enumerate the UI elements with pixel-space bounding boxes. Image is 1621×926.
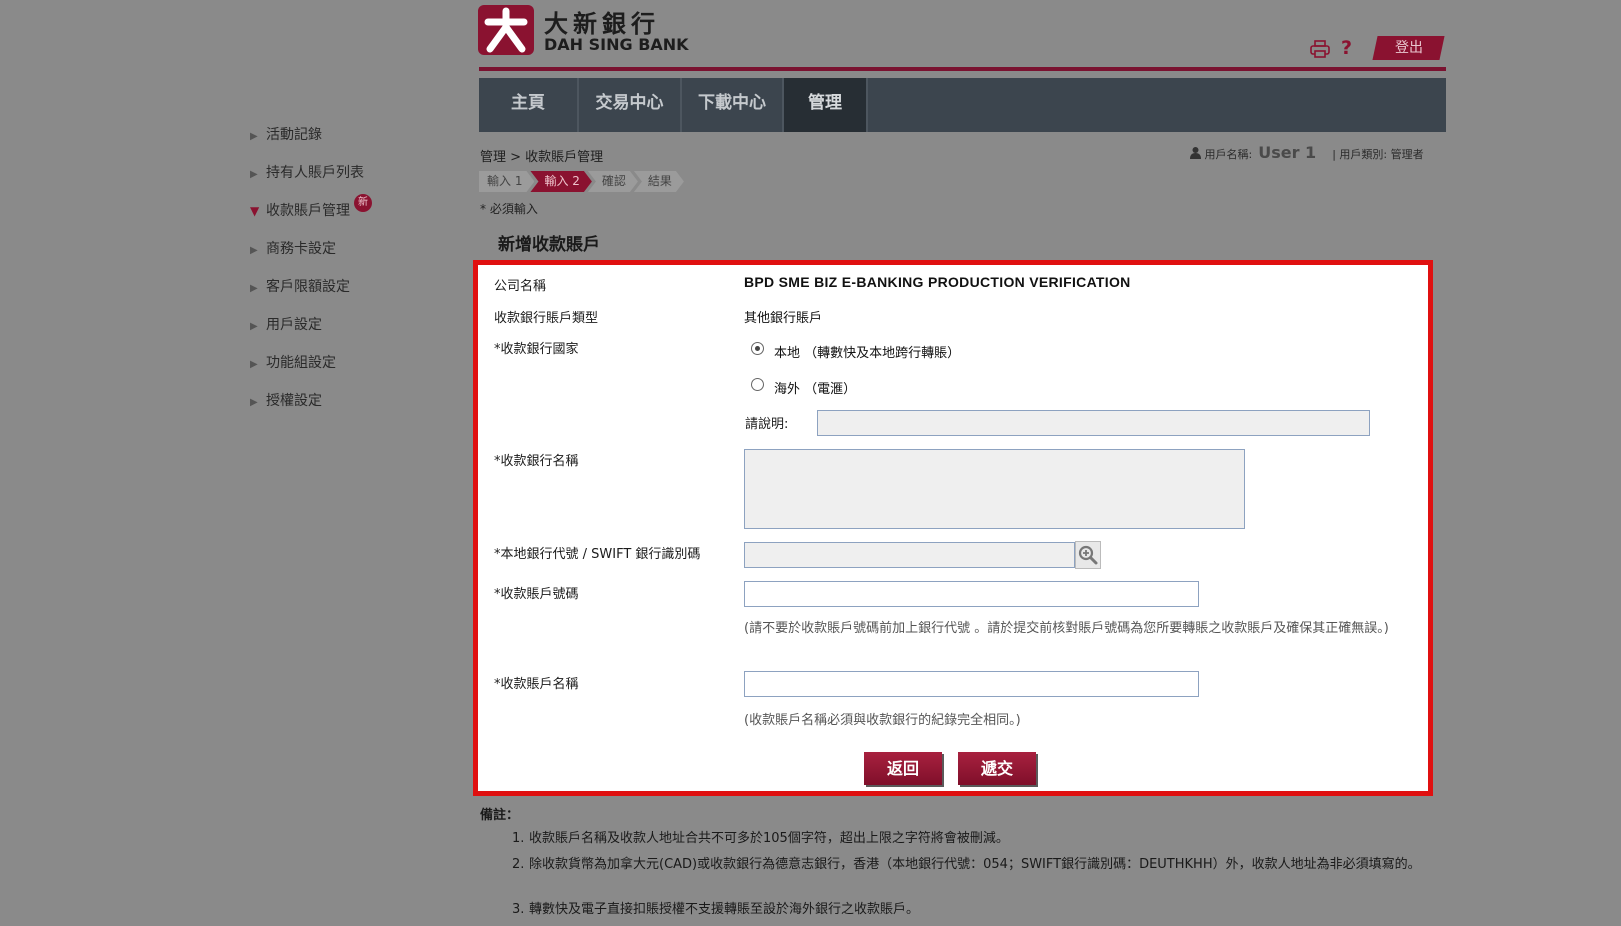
step-input-2: 輸入 2 (530, 171, 591, 192)
sidebar-item-label: 功能組設定 (266, 355, 336, 371)
triangle-right-icon: ▶ (250, 169, 258, 180)
sidebar-item-label: 持有人賬戶列表 (266, 165, 364, 181)
sidebar-item-label: 活動記錄 (266, 127, 322, 143)
explain-input[interactable] (817, 410, 1370, 436)
logout-button[interactable]: 登出 (1372, 36, 1445, 60)
bank-name-label: *收款銀行名稱 (494, 454, 579, 469)
user-name-label: 用戶名稱: (1204, 148, 1253, 161)
step-indicator: 輸入 1 輸入 2 確認 結果 (479, 171, 680, 192)
triangle-right-icon: ▶ (250, 359, 258, 370)
sidebar-item-label: 客戶限額設定 (266, 279, 350, 295)
triangle-right-icon: ▶ (250, 283, 258, 294)
dah-sing-logo-icon (478, 5, 534, 55)
submit-button[interactable]: 遞交 (958, 752, 1036, 785)
add-payee-form: 公司名稱 BPD SME BIZ E-BANKING PRODUCTION VE… (473, 260, 1433, 796)
header-divider (479, 67, 1446, 71)
logout-label: 登出 (1394, 40, 1423, 56)
account-name-label: *收款賬戶名稱 (494, 677, 579, 692)
account-name-hint: (收款賬戶名稱必須與收款銀行的紀錄完全相同。) (744, 713, 1021, 728)
help-icon[interactable]: ? (1341, 37, 1352, 59)
nav-home[interactable]: 主頁 (479, 78, 579, 132)
account-number-input[interactable] (744, 581, 1199, 607)
sidebar-item-label: 授權設定 (266, 393, 322, 409)
bank-code-input[interactable] (744, 542, 1075, 568)
back-button[interactable]: 返回 (864, 752, 942, 785)
sidebar-item-label: 用戶設定 (266, 317, 322, 333)
triangle-right-icon: ▶ (250, 245, 258, 256)
breadcrumb: 管理 > 收款賬戶管理 (480, 150, 604, 165)
user-type: | 用戶類別: 管理者 (1332, 148, 1424, 161)
print-icon[interactable] (1310, 40, 1330, 58)
bank-code-label: *本地銀行代號 / SWIFT 銀行識別碼 (494, 547, 701, 562)
sidebar-item-payee-accounts[interactable]: ▼ 收款賬戶管理新 (250, 194, 372, 220)
person-icon (1190, 147, 1201, 159)
account-type-label: 收款銀行賬戶類型 (494, 311, 599, 326)
step-confirm: 確認 (588, 171, 638, 192)
nav-admin[interactable]: 管理 (784, 78, 868, 132)
explain-label: 請說明: (745, 417, 789, 432)
user-name: User 1 (1258, 143, 1317, 162)
radio-local-label: 本地 （轉數快及本地跨行轉賬） (774, 346, 961, 361)
bank-name-textarea[interactable] (744, 449, 1245, 529)
required-note: * 必須輸入 (480, 202, 538, 216)
sidebar-item-user-settings[interactable]: ▶ 用戶設定 (250, 314, 322, 334)
nav-download-centre[interactable]: 下載中心 (682, 78, 784, 132)
radio-local[interactable] (751, 342, 764, 355)
account-name-input[interactable] (744, 671, 1199, 697)
account-number-label: *收款賬戶號碼 (494, 587, 579, 602)
radio-overseas-label: 海外 （電滙） (774, 382, 857, 397)
nav-transaction-centre[interactable]: 交易中心 (579, 78, 682, 132)
section-title: 新增收款賬戶 (498, 235, 600, 255)
remark-item: 3. 轉數快及電子直接扣賬授權不支援轉賬至設於海外銀行之收款賬戶。 (512, 900, 1452, 919)
radio-overseas[interactable] (751, 378, 764, 391)
remark-text: 收款賬戶名稱及收款人地址合共不可多於105個字符，超出上限之字符將會被刪減。 (529, 831, 1009, 846)
user-info: 用戶名稱: User 1 | 用戶類別: 管理者 (1190, 143, 1424, 162)
sidebar-item-business-card[interactable]: ▶ 商務卡設定 (250, 238, 336, 258)
company-name-value: BPD SME BIZ E-BANKING PRODUCTION VERIFIC… (744, 274, 1131, 290)
step-result: 結果 (634, 171, 684, 192)
remark-text: 除收款貨幣為加拿大元(CAD)或收款銀行為德意志銀行，香港（本地銀行代號：054… (529, 857, 1421, 872)
brand-name-en: DAH SING BANK (544, 35, 689, 54)
step-input-1: 輸入 1 (479, 171, 534, 192)
main-nav: 主頁 交易中心 下載中心 管理 (479, 78, 1446, 132)
sidebar-item-function-group[interactable]: ▶ 功能組設定 (250, 352, 336, 372)
triangle-down-icon: ▼ (250, 204, 260, 218)
triangle-right-icon: ▶ (250, 397, 258, 408)
sidebar-item-customer-limit[interactable]: ▶ 客戶限額設定 (250, 276, 350, 296)
remark-item: 2. 除收款貨幣為加拿大元(CAD)或收款銀行為德意志銀行，香港（本地銀行代號：0… (512, 855, 1452, 874)
remark-item: 1. 收款賬戶名稱及收款人地址合共不可多於105個字符，超出上限之字符將會被刪減。 (512, 829, 1452, 848)
account-type-value: 其他銀行賬戶 (744, 311, 823, 326)
brand-name-zh: 大新銀行 (544, 10, 660, 38)
bank-code-lookup-button[interactable] (1075, 541, 1101, 569)
company-name-label: 公司名稱 (494, 279, 547, 294)
sidebar-item-holder-accounts[interactable]: ▶ 持有人賬戶列表 (250, 162, 364, 182)
sidebar-item-activity-log[interactable]: ▶ 活動記錄 (250, 124, 322, 144)
sidebar-item-label: 收款賬戶管理 (266, 203, 350, 219)
sidebar-item-label: 商務卡設定 (266, 241, 336, 257)
remark-text: 轉數快及電子直接扣賬授權不支援轉賬至設於海外銀行之收款賬戶。 (529, 902, 920, 917)
account-number-hint: (請不要於收款賬戶號碼前加上銀行代號 。請於提交前核對賬戶號碼為您所要轉賬之收款… (744, 621, 1389, 636)
sidebar-item-authorization[interactable]: ▶ 授權設定 (250, 390, 322, 410)
magnifier-plus-icon (1078, 545, 1098, 565)
bank-country-label: *收款銀行國家 (494, 342, 579, 357)
triangle-right-icon: ▶ (250, 321, 258, 332)
new-badge: 新 (354, 194, 372, 212)
triangle-right-icon: ▶ (250, 131, 258, 142)
remarks-title: 備註： (480, 808, 520, 823)
